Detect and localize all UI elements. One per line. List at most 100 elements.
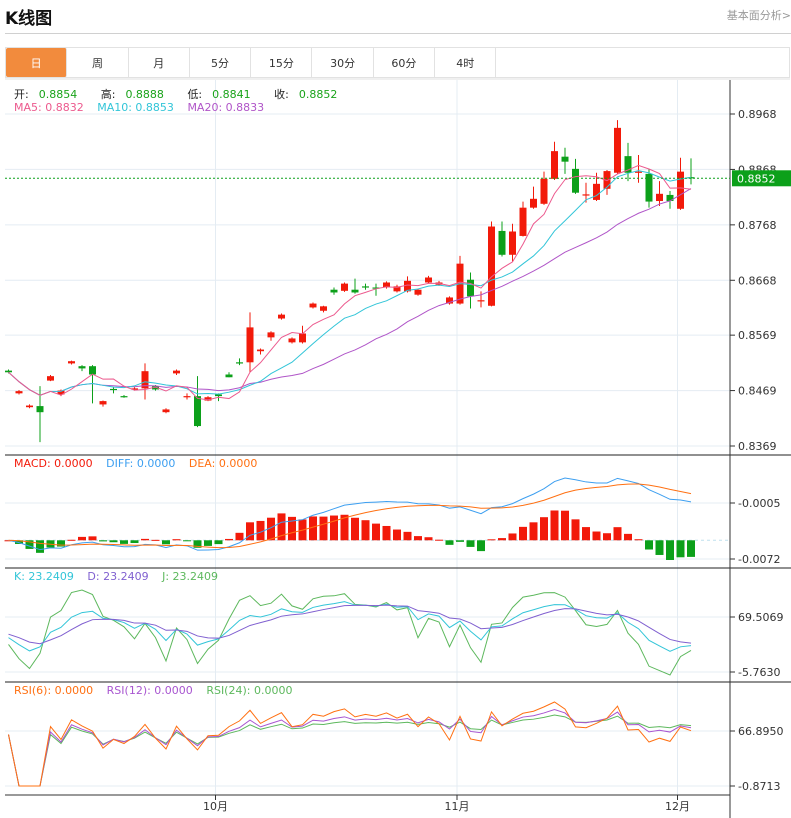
candle-up <box>26 405 33 408</box>
candle-down <box>120 396 128 398</box>
indicator-tick-label: -0.0005 <box>738 497 780 510</box>
macd-bar <box>162 540 170 545</box>
macd-bar <box>99 540 107 542</box>
candle-up <box>551 151 558 179</box>
candle-up <box>414 289 422 295</box>
macd-bar <box>582 527 590 541</box>
candle-down <box>194 396 201 427</box>
macd-bar <box>540 517 548 541</box>
candle-up <box>320 306 327 311</box>
candle-up <box>183 396 191 398</box>
candle-up <box>477 300 485 302</box>
macd-bar <box>592 531 601 541</box>
ma5-value: MA5: 0.8832 <box>14 101 84 114</box>
candle-down <box>351 289 359 293</box>
candle-up <box>509 231 516 255</box>
macd-bar <box>319 516 328 541</box>
candle-up <box>257 349 264 352</box>
candle-up <box>530 198 537 208</box>
candle-up <box>677 171 684 209</box>
open-label: 开: <box>14 88 29 101</box>
current-price-label: 0.8852 <box>737 172 776 185</box>
price-tick-label: 0.8369 <box>738 440 777 453</box>
macd-bar <box>235 532 244 541</box>
candle-down <box>215 394 222 397</box>
macd-bar <box>57 540 65 547</box>
candle-down <box>236 362 243 364</box>
rsi24-value: RSI(24): 0.0000 <box>206 684 293 697</box>
macd-bar <box>655 540 664 555</box>
ohlc-info: 开: 0.8854 高: 0.8888 低: 0.8841 收: 0.8852 <box>14 86 357 102</box>
macd-bar <box>456 540 464 542</box>
ma-info: MA5: 0.8832 MA10: 0.8853 MA20: 0.8833 <box>14 101 274 114</box>
candle-up <box>341 283 348 291</box>
macd-bar <box>466 540 475 547</box>
candle-down <box>572 168 579 193</box>
macd-bar <box>88 536 97 541</box>
candle-up <box>635 171 642 173</box>
d-value: D: 23.2409 <box>87 570 149 583</box>
price-tick-label: 0.8569 <box>738 329 777 342</box>
macd-bar <box>67 539 76 541</box>
macd-value: MACD: 0.0000 <box>14 457 93 470</box>
macd-bar <box>225 538 233 541</box>
macd-bar <box>141 538 149 541</box>
candle-up <box>656 193 663 202</box>
candle-down <box>561 156 569 162</box>
close-label: 收: <box>274 88 289 101</box>
macd-bar <box>498 538 506 541</box>
macd-bar <box>550 510 559 541</box>
candle-up <box>173 370 180 374</box>
rsi6-line <box>8 701 692 787</box>
macd-bar <box>183 540 191 542</box>
macd-bar <box>214 540 223 545</box>
candle-up <box>540 178 548 204</box>
indicator-tick-label: 66.8950 <box>738 725 784 738</box>
rsi-info: RSI(6): 0.0000 RSI(12): 0.0000 RSI(24): … <box>14 684 302 697</box>
candle-up <box>519 207 527 236</box>
candle-up <box>68 361 75 364</box>
kdj-info: K: 23.2409 D: 23.2409 J: 23.2409 <box>14 570 228 583</box>
macd-bar <box>372 523 380 541</box>
indicator-tick-label: -0.8713 <box>738 780 780 793</box>
candle-up <box>488 226 495 306</box>
macd-bar <box>561 510 569 541</box>
macd-bar <box>382 525 391 541</box>
macd-info: MACD: 0.0000 DIFF: 0.0000 DEA: 0.0000 <box>14 457 267 470</box>
macd-bar <box>330 515 338 541</box>
macd-bar <box>351 517 359 541</box>
indicator-tick-label: -0.0072 <box>738 553 780 566</box>
macd-bar <box>687 540 695 557</box>
candle-down <box>36 406 44 413</box>
rsi6-value: RSI(6): 0.0000 <box>14 684 94 697</box>
macd-bar <box>487 539 496 541</box>
ma20-value: MA20: 0.8833 <box>187 101 265 114</box>
high-label: 高: <box>100 88 116 101</box>
candle-up <box>47 376 54 381</box>
ma10-line <box>8 170 692 396</box>
candle-down <box>467 279 474 297</box>
macd-bar <box>361 520 370 541</box>
candle-down <box>89 366 96 375</box>
candle-up <box>288 338 296 343</box>
price-tick-label: 0.8968 <box>738 108 777 121</box>
k-value: K: 23.2409 <box>14 570 74 583</box>
rsi24-line <box>8 714 692 787</box>
macd-bar <box>435 539 443 541</box>
candle-down <box>666 194 674 202</box>
j-line <box>8 589 692 676</box>
candle-down <box>78 366 86 369</box>
candle-down <box>110 388 117 391</box>
price-tick-label: 0.8768 <box>738 219 777 232</box>
macd-bar <box>645 540 653 550</box>
macd-bar <box>151 539 160 541</box>
price-tick-label: 0.8668 <box>738 274 777 287</box>
macd-bar <box>477 540 485 552</box>
macd-bar <box>519 526 527 541</box>
candle-up <box>309 303 317 308</box>
candle-down <box>498 230 506 255</box>
k-line <box>8 601 692 652</box>
dea-value: DEA: 0.0000 <box>188 457 258 470</box>
macd-bar <box>204 540 212 546</box>
ma20-line <box>8 188 692 396</box>
